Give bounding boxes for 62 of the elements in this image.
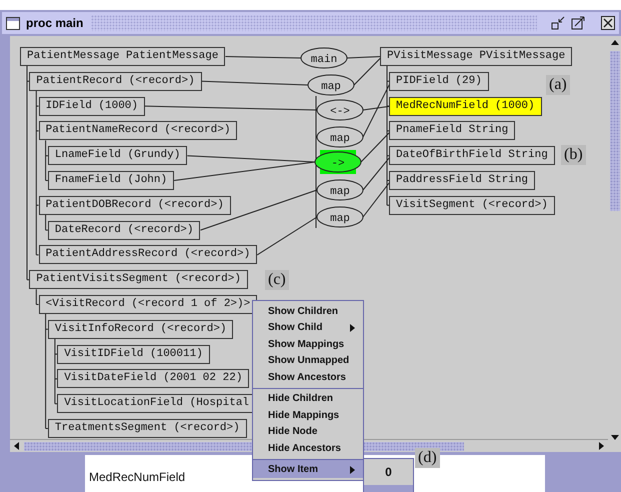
tree-node[interactable]: PVisitMessage PVisitMessage: [380, 47, 572, 66]
tree-line: [45, 214, 48, 231]
menu-item[interactable]: Show Unmapped: [253, 352, 363, 369]
tree-node[interactable]: PnameField String: [389, 121, 516, 140]
tree-node[interactable]: PatientNameRecord (<record>): [38, 121, 238, 140]
tree-node[interactable]: VisitInfoRecord (<record>): [48, 320, 234, 339]
tree-node[interactable]: PatientVisitsSegment (<record>): [29, 270, 248, 290]
window-icon: [6, 16, 20, 30]
operator-node[interactable]: map: [316, 206, 364, 228]
menu-item[interactable]: Show Ancestors: [253, 369, 363, 386]
tree-node[interactable]: VisitIDField (100011): [57, 344, 210, 364]
annotation-label: (c): [265, 270, 289, 290]
close-icon[interactable]: [601, 16, 615, 30]
minimize-icon[interactable]: [551, 16, 565, 30]
tree-line: [45, 140, 48, 181]
operator-node[interactable]: ->: [314, 150, 362, 174]
tree-node[interactable]: MedRecNumField (1000): [389, 96, 542, 116]
operator-node[interactable]: map: [308, 74, 354, 96]
tree-node[interactable]: FnameField (John): [48, 171, 174, 190]
tree-node[interactable]: PatientRecord (<record>): [29, 72, 202, 91]
menu-item[interactable]: Hide Ancestors: [253, 440, 363, 456]
vertical-scrollbar[interactable]: [608, 36, 621, 452]
operator-node[interactable]: map: [316, 180, 364, 200]
tree-node[interactable]: VisitDateField (2001 02 22): [57, 369, 250, 388]
tree-node[interactable]: PatientMessage PatientMessage: [20, 47, 226, 66]
tree-node[interactable]: PaddressField String: [389, 171, 535, 190]
operator-node[interactable]: main: [300, 48, 348, 68]
right-arrow-icon[interactable]: [596, 441, 606, 452]
submenu-arrow-icon: [350, 466, 355, 474]
annotation-label: (b): [561, 145, 586, 165]
menu-item[interactable]: Show Mappings: [253, 336, 363, 352]
tree-node[interactable]: PatientDOBRecord (<record>): [38, 196, 231, 215]
tree-node[interactable]: PatientAddressRecord (<record>): [38, 245, 258, 264]
menu-item[interactable]: Show Item: [253, 458, 363, 478]
connector-line: [362, 180, 392, 218]
tree-node[interactable]: LnameField (Grundy): [48, 146, 188, 166]
tree-node[interactable]: <VisitRecord (<record 1 of 2>)>: [38, 295, 258, 314]
annotation-label: (a): [546, 75, 570, 95]
tree-node[interactable]: TreatmentsSegment (<record>): [48, 419, 247, 438]
menu-item[interactable]: Hide Children: [253, 388, 363, 407]
tree-node[interactable]: VisitSegment (<record>): [389, 196, 555, 215]
operator-node[interactable]: <->: [316, 100, 364, 120]
up-arrow-icon[interactable]: [610, 38, 620, 48]
connector-line: [362, 155, 392, 190]
left-arrow-icon[interactable]: [12, 441, 22, 452]
tree-node[interactable]: IDField (1000): [38, 96, 145, 116]
menu-item[interactable]: 0: [364, 459, 413, 485]
tree-node[interactable]: DateOfBirthField String: [389, 146, 555, 166]
operator-node[interactable]: map: [316, 126, 364, 148]
submenu-arrow-icon: [350, 324, 355, 332]
menu-item[interactable]: Hide Mappings: [253, 407, 363, 424]
down-arrow-icon[interactable]: [610, 432, 620, 442]
menu-item[interactable]: Hide Node: [253, 424, 363, 440]
maximize-icon[interactable]: [571, 16, 585, 30]
scroll-thumb[interactable]: [610, 51, 620, 211]
annotation-label: (d): [415, 448, 440, 468]
window-title: proc main: [26, 16, 84, 30]
tree-node[interactable]: PIDField (29): [389, 72, 489, 91]
tree-node[interactable]: DateRecord (<record>): [48, 220, 200, 240]
menu-item[interactable]: Show Child: [253, 320, 363, 336]
tree-line: [36, 288, 40, 305]
tree-line: [54, 338, 58, 404]
